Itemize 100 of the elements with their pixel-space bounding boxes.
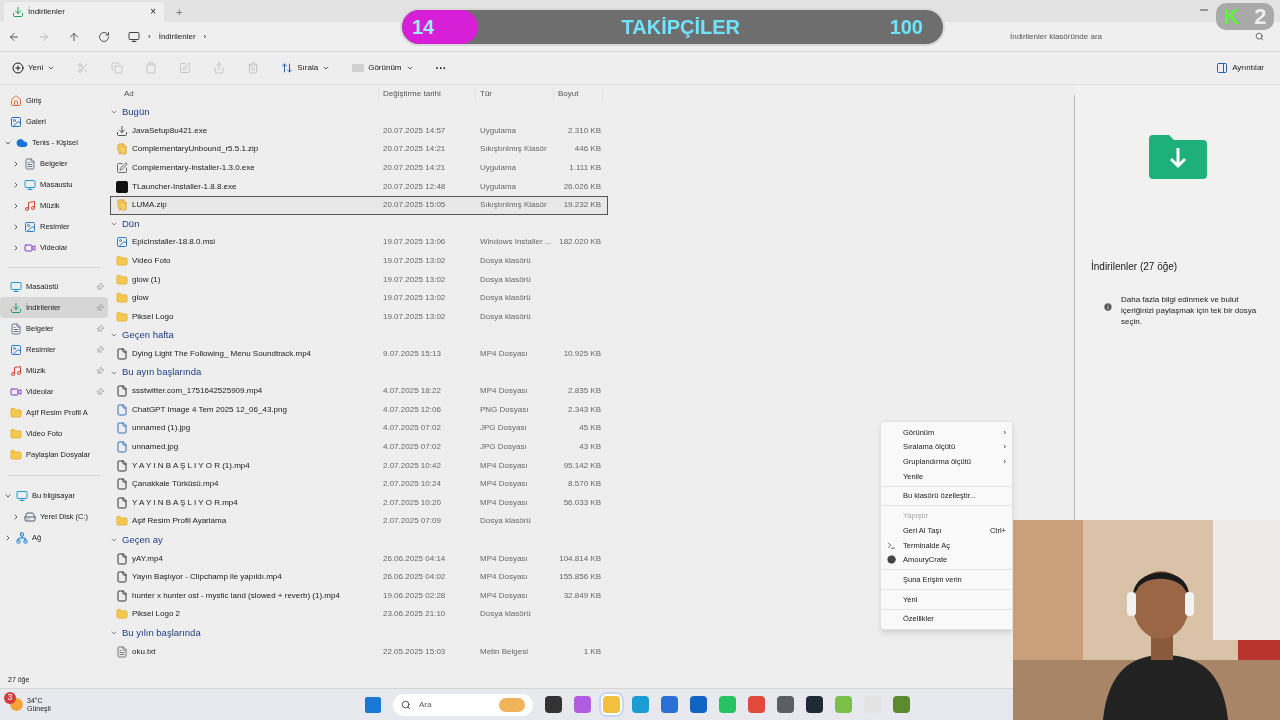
pin-icon[interactable] [94,301,106,314]
date-cell-text: 20.07.2025 14:21 [382,162,447,175]
file-row[interactable]: Yayın Başlıyor - Clipchamp ile yapıldı.mp4 26.06.2025 04:02 MP4 Dosyası 155.856 KB [110,567,608,587]
pin-icon[interactable] [94,385,106,398]
app-icon[interactable] [690,696,707,713]
file-row[interactable]: ComplementaryUnbound_r5.5.1.zip 20.07.2025 14:21 Sıkıştırılmış Klasör 446 KB [110,140,608,159]
zip-folder-icon [116,143,128,156]
view-button[interactable]: Görünüm [352,62,414,74]
details-button[interactable]: Ayrıntılar [1216,62,1264,74]
group-header[interactable]: Geçen hafta [110,326,608,345]
date-cell-text: 26.06.2025 04:02 [382,571,447,584]
search-input[interactable]: İndirilenler klasöründe ara [1010,30,1255,43]
refresh-icon[interactable] [98,30,110,43]
file-row[interactable]: glow (1) 19.07.2025 13:02 Dosya klasörü [110,270,608,289]
group-header[interactable]: Bugün [110,103,608,122]
back-icon[interactable] [8,30,20,43]
rename-icon[interactable] [179,62,192,74]
start-icon[interactable] [365,696,381,713]
text-file-icon [116,645,128,658]
follower-count: 14 [412,15,436,40]
file-row[interactable]: Complementary-Installer-1.3.0.exe 20.07.2025 14:21 Uygulama 1.111 KB [110,158,608,178]
info-icon [1103,302,1113,312]
pin-icon[interactable] [94,280,106,293]
pin-icon[interactable] [94,364,106,377]
group-title: Geçen hafta [122,328,174,343]
pin-icon[interactable] [94,322,106,335]
date-cell-text: 19.07.2025 13:06 [382,236,447,249]
file-name: Y A Y I N B A Ş L I Y O R (1).mp4 [132,459,250,472]
date-cell-text: 4.07.2025 12:06 [382,403,442,416]
taskbar-search-field[interactable]: Ara [393,693,533,716]
size-cell: 19.232 KB [563,200,601,210]
close-tab-button[interactable]: × [150,7,156,17]
sort-button[interactable]: Sırala [281,62,331,74]
chevron-icon[interactable] [12,222,20,231]
group-header[interactable]: Bu ayın başlarında [110,363,608,382]
app-icon[interactable] [806,696,823,713]
column-header[interactable]: Ad [110,88,378,100]
file-row[interactable]: glow 19.07.2025 13:02 Dosya klasörü [110,288,608,308]
up-icon[interactable] [68,30,80,43]
file-row[interactable]: LUMA.zip 20.07.2025 15:05 Sıkıştırılmış Klasör 19.232 KB [110,195,608,215]
video-file-icon [116,459,128,472]
chevron-icon[interactable] [12,243,20,252]
column-header[interactable]: Boyut [553,88,603,100]
file-row[interactable]: Piksel Logo 2 23.06.2025 21:10 Dosya klasörü [110,605,608,624]
file-row[interactable]: ChatGPT Image 4 Tem 2025 12_06_43.png 4.07.2025 12:06 PNG Dosyası 2.343 KB [110,400,608,420]
group-title: Geçen ay [122,532,163,547]
chevron-icon[interactable] [12,512,20,521]
search-highlight-icon [499,697,525,712]
address-field[interactable]: › İndirilenler › [128,25,207,48]
file-row[interactable]: Dying Light The Following_ Menu Soundtrack.mp4 9.07.2025 15:13 MP4 Dosyası 10.925 KB [110,344,608,364]
chevron-icon[interactable] [12,159,20,168]
file-row[interactable]: yAY.mp4 26.06.2025 04:14 MP4 Dosyası 104.814 KB [110,549,608,568]
file-row[interactable]: Y A Y I N B A Ş L I Y O R.mp4 2.07.2025 10:20 MP4 Dosyası 56.033 KB [110,493,608,513]
file-row[interactable]: unnamed (1).jpg 4.07.2025 07:02 JPG Dosyası 45 KB [110,419,608,438]
new-button[interactable]: Yeni [12,62,56,74]
file-row[interactable]: Piksel Logo 19.07.2025 13:02 Dosya klasörü [110,307,608,327]
chevron-icon[interactable] [12,180,20,189]
app-icon[interactable] [545,696,562,713]
date-cell-text: 9.07.2025 15:13 [382,348,442,360]
group-header[interactable]: Dün [110,214,608,234]
type-cell-text: Dosya klasörü [479,310,532,323]
column-header[interactable]: Tür [475,88,553,100]
search-field[interactable]: İndirilenler klasöründe ara [1002,25,1272,48]
app-icon[interactable] [777,696,794,713]
file-row[interactable]: unnamed.jpg 4.07.2025 07:02 JPG Dosyası 43 KB [110,437,608,457]
date-cell-text: 19.07.2025 13:02 [382,292,447,305]
group-header[interactable]: Bu yılın başlarında [110,623,608,643]
column-header[interactable]: Değiştirme tarihi [378,88,475,100]
file-row[interactable]: Aşif Resim Profil Ayarlama 2.07.2025 07:09 Dosya klasörü [110,512,608,531]
file-row[interactable]: ssstwitter.com_1751642525909.mp4 4.07.2025 18:22 MP4 Dosyası 2.835 KB [110,381,608,401]
pin-icon[interactable] [94,343,106,356]
delete-icon[interactable] [247,62,260,74]
paste-icon[interactable] [145,62,158,74]
chevron-icon[interactable] [4,533,12,542]
file-name: JavaSetup8u421.exe [132,124,208,137]
image-icon [24,220,36,233]
folder-icon [116,273,128,286]
video-file-icon [116,552,128,565]
size-cell: 45 KB [579,423,601,433]
search-icon [401,699,411,710]
copy-icon[interactable] [111,62,124,74]
file-row[interactable]: EpicInstaller-18.8.0.msi 19.07.2025 13:06 Windows Installer ... 182.020 KB [110,233,608,252]
window-tab[interactable]: İndirilenler × [4,2,164,22]
file-row[interactable]: hunter x hunter ost - mystic land (slowed + reverb) (1).mp4 19.06.2025 02:28 MP4 Dosyası 32.849 KB [110,586,608,606]
group-header[interactable]: Geçen ay [110,530,608,550]
cut-icon[interactable] [77,62,90,74]
file-row[interactable]: Y A Y I N B A Ş L I Y O R (1).mp4 2.07.2025 10:42 MP4 Dosyası 95.142 KB [110,456,608,475]
music-icon [10,364,22,377]
type-cell-text: MP4 Dosyası [479,385,529,398]
share-icon[interactable] [213,62,226,74]
file-row[interactable]: Çanakkale Türküsü.mp4 2.07.2025 10:24 MP4 Dosyası 8.570 KB [110,474,608,494]
file-row[interactable]: oku.txt 22.05.2025 15:03 Metin Belgesi 1 KB [110,642,608,661]
more-button[interactable]: ··· [435,62,447,74]
video-file-icon [116,589,128,602]
file-row[interactable]: TLauncher-Installer-1.8.8.exe 20.07.2025 12:48 Uygulama 26.026 KB [110,177,608,196]
chevron-icon[interactable] [12,201,20,210]
forward-icon[interactable] [38,30,50,43]
file-row[interactable]: JavaSetup8u421.exe 20.07.2025 14:57 Uygulama 2.310 KB [110,121,608,141]
file-row[interactable]: Video Foto 19.07.2025 13:02 Dosya klasörü [110,251,608,271]
type-cell-text: Uygulama [479,124,517,137]
